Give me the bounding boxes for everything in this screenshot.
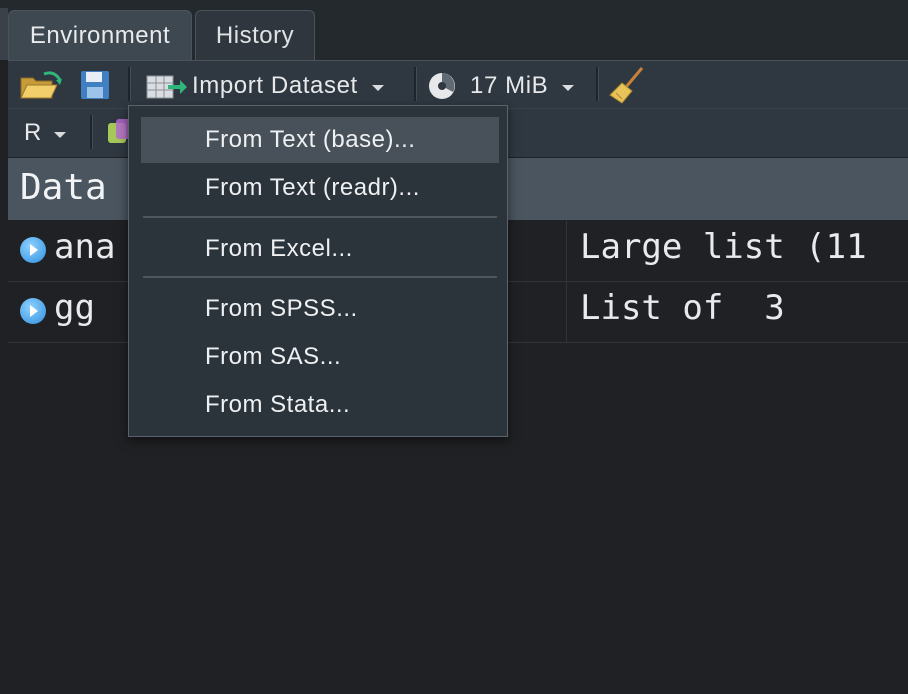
- memory-usage-label: 17 MiB: [470, 72, 549, 99]
- data-section-title: Data: [20, 167, 107, 208]
- menu-item-from-stata[interactable]: From Stata...: [141, 382, 499, 428]
- save-icon: [81, 71, 109, 99]
- menu-item-from-spss[interactable]: From SPSS...: [141, 286, 499, 332]
- tab-bar-edge: [0, 8, 8, 60]
- expand-arrow-icon[interactable]: [20, 237, 46, 263]
- menu-separator: [143, 276, 497, 278]
- menu-item-from-text-readr[interactable]: From Text (readr)...: [141, 165, 499, 211]
- tab-bar: Environment History: [0, 0, 908, 60]
- caret-down-icon: [562, 84, 575, 91]
- caret-down-icon: [371, 84, 384, 91]
- menu-item-from-excel[interactable]: From Excel...: [141, 226, 499, 272]
- environment-toolbar: Import Dataset 17 MiB: [8, 60, 908, 109]
- object-value: Large list (11: [580, 227, 867, 267]
- import-dataset-button[interactable]: Import Dataset: [146, 69, 384, 103]
- menu-separator: [143, 216, 497, 218]
- toolbar-separator: [596, 67, 599, 101]
- save-workspace-button[interactable]: [80, 70, 110, 100]
- caret-down-icon: [53, 131, 66, 138]
- memory-usage-button[interactable]: 17 MiB: [428, 69, 575, 103]
- object-name: ana: [54, 227, 116, 267]
- menu-item-from-sas[interactable]: From SAS...: [141, 334, 499, 380]
- object-name: gg: [54, 288, 95, 328]
- clear-workspace-button[interactable]: [608, 65, 648, 105]
- tab-history[interactable]: History: [195, 10, 315, 60]
- open-folder-icon: [20, 71, 62, 99]
- menu-item-from-text-base[interactable]: From Text (base)...: [141, 117, 499, 163]
- import-dataset-menu: From Text (base)... From Text (readr)...…: [128, 105, 508, 437]
- broom-icon: [609, 67, 644, 104]
- memory-pie-icon: [429, 73, 455, 99]
- column-divider: [566, 221, 567, 281]
- tab-environment[interactable]: Environment: [8, 10, 192, 60]
- toolbar-separator: [414, 67, 417, 101]
- import-dataset-label: Import Dataset: [192, 72, 358, 99]
- toolbar-separator: [90, 115, 93, 149]
- load-workspace-button[interactable]: [18, 68, 64, 102]
- object-value: List of 3: [580, 288, 785, 328]
- column-divider: [566, 282, 567, 342]
- expand-arrow-icon[interactable]: [20, 298, 46, 324]
- import-table-icon: [146, 75, 187, 99]
- language-label: R: [24, 119, 42, 146]
- toolbar-separator: [128, 67, 131, 101]
- language-selector[interactable]: R: [24, 116, 66, 150]
